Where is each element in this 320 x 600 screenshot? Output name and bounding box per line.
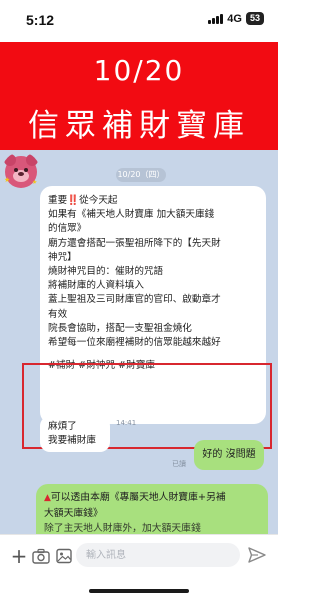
status-bar: 5:12 4G 53	[0, 0, 278, 42]
message-line: 希望每一位來廟裡補財的信眾能越來越好	[48, 337, 221, 349]
message-line: 院長會協助，搭配一支聖祖金燒化	[48, 322, 192, 334]
message-line: 有效	[48, 308, 68, 320]
message-line: 除了主天地人財庫外，加大額天庫錢	[44, 523, 201, 534]
message-line: 可以透由本廟《專屬天地人財寶庫+另補	[50, 492, 226, 503]
outgoing-reply-bubble[interactable]: 好的 沒問題	[194, 440, 264, 470]
message-line: 重要‼️從今天起	[48, 195, 118, 206]
banner-date: 10/20	[93, 54, 185, 87]
plus-icon[interactable]: +	[10, 546, 28, 566]
message-line: 大額天庫錢》	[44, 508, 103, 519]
image-icon[interactable]	[56, 548, 72, 564]
message-line: 的信眾》	[48, 223, 87, 235]
message-line: 如果有《補天地人財寶庫 加大額天庫錢	[48, 209, 215, 221]
message-line: 麻煩了	[48, 421, 77, 432]
message-line: 燒財神咒目的：催財的咒語	[48, 266, 164, 278]
message-input[interactable]	[76, 543, 240, 567]
strawberry-bear-avatar[interactable]: ★ ★	[2, 152, 40, 190]
incoming-short-bubble[interactable]: 麻煩了 我要補財庫	[40, 416, 110, 452]
svg-text:★: ★	[32, 179, 37, 186]
message-line: 廟方還會搭配一張聖祖所降下的【先天財	[48, 237, 221, 249]
message-line: 蓋上聖祖及三司財庫官的官印、啟動章才	[48, 294, 221, 306]
home-indicator[interactable]	[89, 589, 189, 593]
signal-icon	[208, 13, 224, 24]
status-time: 5:12	[26, 12, 55, 28]
banner-title: 信眾補財寶庫	[28, 108, 250, 144]
chat-area[interactable]: 10/20（四） ★ ★ 重要‼️從今天起 如果有《補天地人財寶庫 加大額天庫錢…	[0, 150, 278, 534]
read-receipt: 已讀	[172, 460, 186, 468]
title-banner: 10/20 信眾補財寶庫	[0, 42, 278, 150]
battery-icon: 53	[245, 12, 264, 25]
date-separator: 10/20（四）	[116, 168, 166, 182]
network-label: 4G	[227, 12, 242, 25]
message-line: 我要補財庫	[48, 435, 96, 447]
camera-icon[interactable]	[32, 548, 50, 564]
outgoing-long-bubble[interactable]: ▲可以透由本廟《專屬天地人財寶庫+另補 大額天庫錢》 除了主天地人財庫外，加大額…	[36, 484, 268, 534]
status-indicators: 4G 53	[208, 12, 264, 25]
warning-triangle-icon: ▲	[44, 493, 51, 503]
svg-text:★: ★	[4, 176, 10, 184]
message-time: 14:41	[116, 419, 137, 427]
message-line: 神咒】	[48, 251, 77, 263]
message-line: 將補財庫的人資料填入	[48, 280, 144, 292]
send-icon[interactable]	[248, 547, 266, 563]
